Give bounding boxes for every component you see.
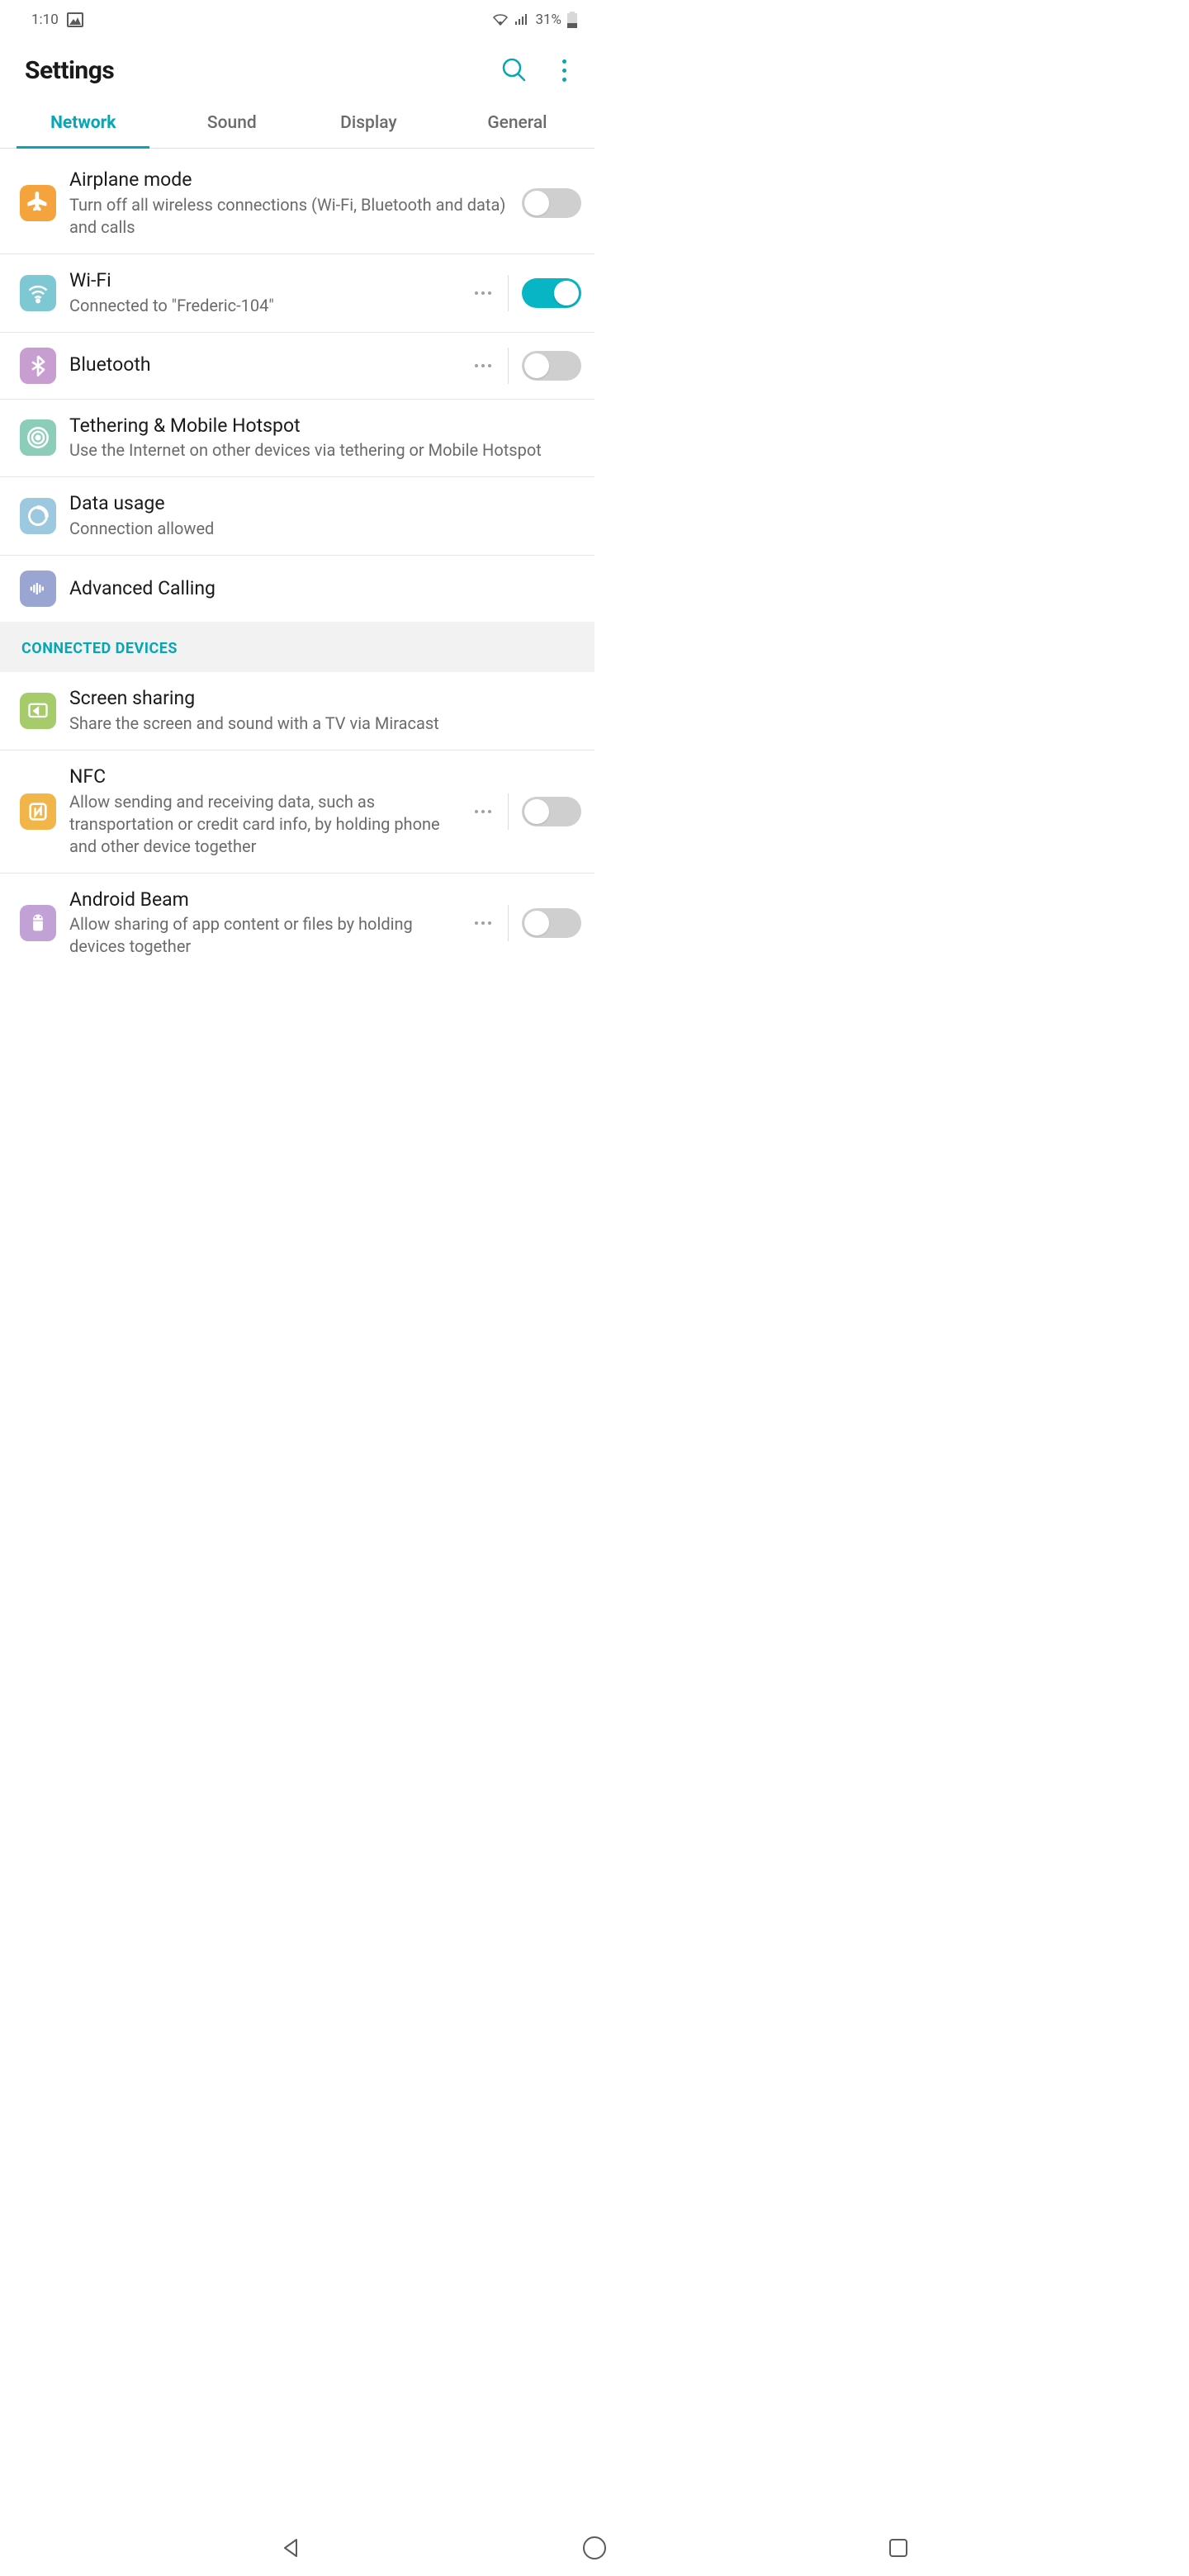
android-beam-icon [20,905,56,941]
page-title: Settings [25,56,114,85]
row-wifi[interactable]: Wi-Fi Connected to "Frederic-104" [0,254,594,333]
bluetooth-toggle[interactable] [522,351,581,381]
wifi-more-icon[interactable] [471,286,495,300]
advanced-calling-icon [20,571,56,607]
nav-home-button[interactable] [581,2535,608,2561]
row-title: Data usage [69,492,581,516]
row-advanced-calling[interactable]: Advanced Calling [0,556,594,622]
tab-display[interactable]: Display [297,100,440,148]
row-title: Advanced Calling [69,577,581,601]
row-screen-sharing[interactable]: Screen sharing Share the screen and soun… [0,672,594,751]
row-nfc[interactable]: NFC Allow sending and receiving data, su… [0,751,594,874]
row-title: Screen sharing [69,687,581,711]
row-subtitle: Share the screen and sound with a TV via… [69,713,581,735]
wifi-status-icon [492,13,509,26]
separator [508,905,509,941]
status-bar: 1:10 31% [0,0,594,40]
row-title: NFC [69,765,458,789]
row-android-beam[interactable]: Android Beam Allow sharing of app conten… [0,874,594,973]
hotspot-icon [20,419,56,456]
nfc-toggle[interactable] [522,797,581,826]
tabs: Network Sound Display General [0,100,594,149]
settings-list: Airplane mode Turn off all wireless conn… [0,149,594,973]
screen-sharing-icon [20,693,56,729]
row-subtitle: Connected to "Frederic-104" [69,295,458,317]
battery-icon [566,11,578,29]
row-subtitle: Connection allowed [69,518,581,540]
row-title: Bluetooth [69,353,458,377]
beam-more-icon[interactable] [471,916,495,930]
wifi-toggle[interactable] [522,278,581,308]
row-subtitle: Turn off all wireless connections (Wi-Fi… [69,194,509,239]
row-title: Wi-Fi [69,269,458,293]
system-nav-bar [0,2520,1189,2576]
cell-signal-icon [514,13,530,26]
battery-pct: 31% [535,12,561,28]
airplane-icon [20,185,56,221]
separator [508,275,509,311]
beam-toggle[interactable] [522,908,581,938]
section-connected-devices: CONNECTED DEVICES [0,622,594,672]
image-icon [67,12,83,27]
nav-back-button[interactable] [278,2536,303,2560]
status-time: 1:10 [31,12,59,28]
wifi-icon [20,275,56,311]
separator [508,348,509,384]
bluetooth-icon [20,348,56,384]
row-tethering[interactable]: Tethering & Mobile Hotspot Use the Inter… [0,400,594,478]
nav-recent-button[interactable] [886,2536,911,2560]
tab-sound[interactable]: Sound [167,100,297,148]
tab-general[interactable]: General [440,100,594,148]
app-header: Settings [0,40,594,100]
separator [508,793,509,830]
tab-network[interactable]: Network [0,100,167,148]
row-title: Android Beam [69,888,458,912]
row-airplane-mode[interactable]: Airplane mode Turn off all wireless conn… [0,149,594,254]
bluetooth-more-icon[interactable] [471,359,495,372]
more-options-button[interactable] [556,56,573,85]
row-subtitle: Allow sending and receiving data, such a… [69,791,458,858]
row-title: Tethering & Mobile Hotspot [69,414,581,438]
row-bluetooth[interactable]: Bluetooth [0,333,594,400]
row-data-usage[interactable]: Data usage Connection allowed [0,477,594,556]
search-button[interactable] [501,57,526,85]
row-subtitle: Use the Internet on other devices via te… [69,439,581,462]
row-title: Airplane mode [69,168,509,192]
nfc-more-icon[interactable] [471,805,495,818]
data-usage-icon [20,498,56,534]
airplane-toggle[interactable] [522,188,581,218]
row-subtitle: Allow sharing of app content or files by… [69,913,458,958]
nfc-icon [20,793,56,830]
